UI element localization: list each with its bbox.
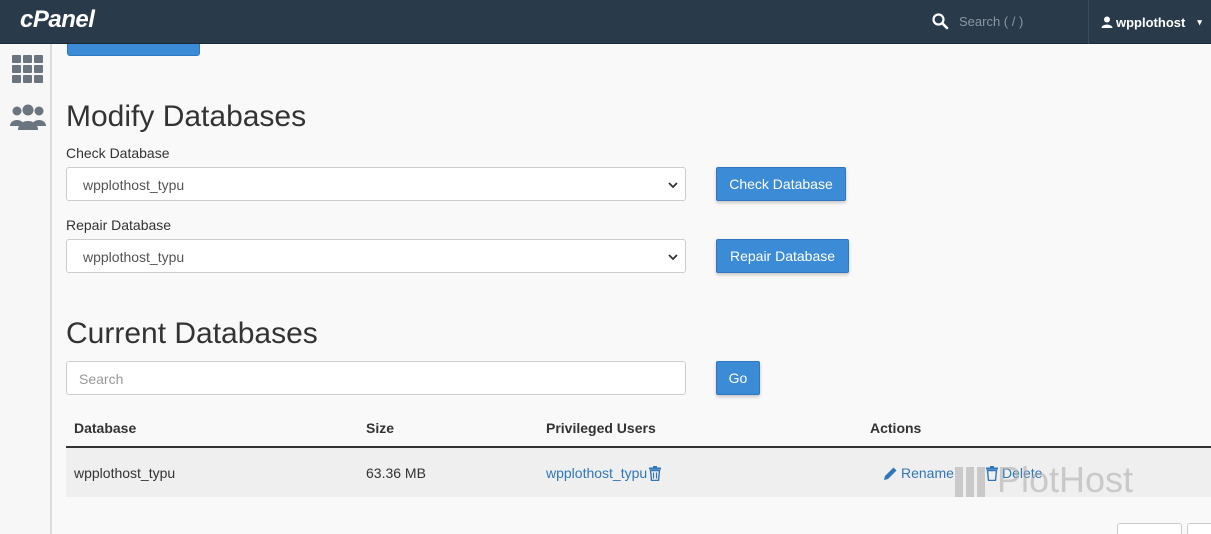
username: wpplothost (1116, 14, 1186, 30)
sidebar (0, 44, 52, 534)
trash-icon[interactable] (648, 465, 662, 481)
column-header-actions: Actions (870, 420, 922, 436)
repair-database-value: wpplothost_typu (83, 249, 185, 265)
rename-label: Rename (901, 465, 954, 481)
user-menu[interactable]: wpplothost ▾ (1088, 0, 1211, 44)
database-name-cell: wpplothost_typu (74, 465, 176, 481)
grid-icon[interactable] (12, 55, 43, 83)
pagination-button[interactable] (1117, 523, 1182, 534)
repair-database-button[interactable]: Repair Database (716, 239, 849, 273)
search-icon (932, 13, 949, 30)
cpanel-logo[interactable]: cPanel (20, 6, 95, 34)
global-search[interactable]: Search ( / ) (931, 10, 1023, 32)
database-search-input[interactable]: Search (66, 361, 686, 395)
global-search-placeholder[interactable]: Search ( / ) (959, 14, 1023, 29)
chevron-down-icon (668, 254, 678, 261)
privileged-user-link[interactable]: wpplothost_typu (546, 465, 647, 481)
plothost-logo-icon (955, 467, 985, 497)
chevron-down-icon (668, 182, 678, 189)
pagination-button[interactable] (1187, 523, 1211, 534)
user-icon (1101, 16, 1113, 28)
column-header-privileged-users: Privileged Users (546, 420, 656, 436)
chevron-down-icon: ▾ (1197, 16, 1202, 27)
create-database-button-partial[interactable] (67, 44, 200, 56)
column-header-size[interactable]: Size (366, 420, 394, 436)
go-button[interactable]: Go (716, 361, 760, 395)
repair-database-select[interactable]: wpplothost_typu (66, 239, 686, 273)
pencil-icon (884, 467, 897, 480)
check-database-select[interactable]: wpplothost_typu (66, 167, 686, 201)
rename-action[interactable]: Rename (883, 465, 954, 481)
check-database-label: Check Database (66, 145, 170, 161)
modify-databases-heading: Modify Databases (66, 100, 307, 133)
repair-database-label: Repair Database (66, 217, 172, 233)
watermark-text: PlotHost (997, 459, 1134, 500)
top-navbar: cPanel Search ( / ) wpplothost ▾ (0, 0, 1211, 44)
users-icon[interactable] (10, 104, 46, 130)
check-database-button[interactable]: Check Database (716, 167, 846, 201)
privileged-users-cell: wpplothost_typu (546, 465, 662, 481)
plothost-watermark: PlotHost (955, 462, 1133, 498)
current-databases-heading: Current Databases (66, 317, 318, 350)
check-database-value: wpplothost_typu (83, 177, 185, 193)
column-header-database[interactable]: Database (74, 420, 136, 436)
database-size-cell: 63.36 MB (366, 465, 426, 481)
